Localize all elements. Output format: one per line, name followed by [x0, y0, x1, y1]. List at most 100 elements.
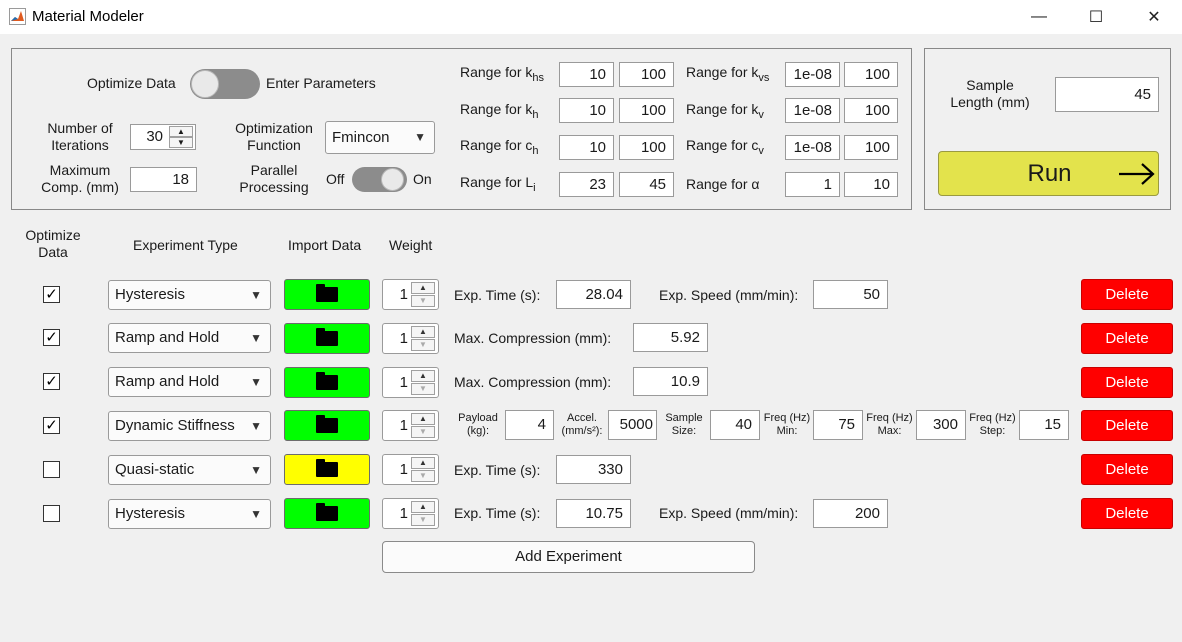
range-kh-min[interactable]: 10: [559, 98, 614, 123]
range-alpha-max[interactable]: 10: [844, 172, 898, 197]
run-button[interactable]: Run: [938, 151, 1159, 196]
row-0-weight-spinner[interactable]: 1 ▲ ▼: [382, 279, 439, 310]
row-4-weight-spinner[interactable]: 1 ▲ ▼: [382, 454, 439, 485]
up-arrow-icon[interactable]: ▲: [411, 457, 435, 469]
iterations-label: Number of Iterations: [47, 120, 113, 153]
row-2-param-0-input[interactable]: 10.9: [633, 367, 708, 396]
range-kh-max[interactable]: 100: [619, 98, 674, 123]
row-3-type-dropdown[interactable]: Dynamic Stiffness ▼: [108, 411, 271, 441]
row-5-import-button[interactable]: [284, 498, 370, 529]
parallel-toggle-switch[interactable]: [352, 167, 407, 192]
mode-toggle-switch[interactable]: [190, 69, 260, 99]
up-arrow-icon[interactable]: ▲: [411, 501, 435, 513]
iterations-spinner[interactable]: 30 ▲ ▼: [130, 124, 196, 150]
up-arrow-icon[interactable]: ▲: [411, 413, 435, 425]
down-arrow-icon[interactable]: ▼: [411, 426, 435, 438]
row-3-freq-step-input[interactable]: 15: [1019, 410, 1069, 440]
row-4-type-dropdown[interactable]: Quasi-static ▼: [108, 455, 271, 485]
up-arrow-icon[interactable]: ▲: [411, 326, 435, 338]
range-cv-max[interactable]: 100: [844, 135, 898, 160]
row-0-param-1-input[interactable]: 50: [813, 280, 888, 309]
optimize-data-label: Optimize Data: [87, 75, 176, 91]
down-arrow-icon[interactable]: ▼: [411, 295, 435, 307]
range-alpha-label: Range for α: [686, 176, 760, 192]
row-1-delete-button[interactable]: Delete: [1081, 323, 1173, 354]
row-1-import-button[interactable]: [284, 323, 370, 354]
down-arrow-icon[interactable]: ▼: [411, 339, 435, 351]
minimize-button[interactable]: —: [1016, 0, 1062, 34]
row-0-optimize-checkbox[interactable]: ✓: [43, 286, 60, 303]
iterations-down-icon[interactable]: ▼: [169, 137, 193, 148]
row-4-delete-button[interactable]: Delete: [1081, 454, 1173, 485]
down-arrow-icon[interactable]: ▼: [411, 514, 435, 526]
row-3-accel-input[interactable]: 5000: [608, 410, 657, 440]
down-arrow-icon[interactable]: ▼: [411, 383, 435, 395]
range-kv-min[interactable]: 1e-08: [785, 98, 840, 123]
opt-function-dropdown[interactable]: Fmincon ▼: [325, 121, 435, 154]
row-1-param-0-input[interactable]: 5.92: [633, 323, 708, 352]
down-arrow-icon[interactable]: ▼: [411, 470, 435, 482]
chevron-down-icon: ▼: [250, 507, 262, 521]
row-4-param-0-label: Exp. Time (s):: [454, 462, 541, 478]
max-comp-input[interactable]: 18: [130, 167, 197, 192]
row-4-param-0-input[interactable]: 330: [556, 455, 631, 484]
row-3-weight-spinner[interactable]: 1 ▲ ▼: [382, 410, 439, 441]
row-0-weight-value: 1: [399, 286, 408, 303]
row-4-optimize-checkbox[interactable]: [43, 461, 60, 478]
row-5-weight-value: 1: [399, 505, 408, 522]
row-5-weight-spinner[interactable]: 1 ▲ ▼: [382, 498, 439, 529]
up-arrow-icon[interactable]: ▲: [411, 282, 435, 294]
matlab-app-icon: [9, 8, 26, 25]
range-khs-min[interactable]: 10: [559, 62, 614, 87]
row-0-import-button[interactable]: [284, 279, 370, 310]
row-4-import-button[interactable]: [284, 454, 370, 485]
row-3-sample-size-input[interactable]: 40: [710, 410, 760, 440]
sample-length-input[interactable]: 45: [1055, 77, 1159, 112]
maximize-button[interactable]: ☐: [1073, 0, 1119, 34]
iterations-up-icon[interactable]: ▲: [169, 126, 193, 137]
row-3-optimize-checkbox[interactable]: ✓: [43, 417, 60, 434]
range-ch-max[interactable]: 100: [619, 135, 674, 160]
add-experiment-button[interactable]: Add Experiment: [382, 541, 755, 573]
row-1-optimize-checkbox[interactable]: ✓: [43, 329, 60, 346]
row-5-type-dropdown[interactable]: Hysteresis ▼: [108, 499, 271, 529]
row-5-param-0-input[interactable]: 10.75: [556, 499, 631, 528]
row-2-optimize-checkbox[interactable]: ✓: [43, 373, 60, 390]
range-kh-label: Range for kh: [460, 101, 539, 121]
row-3-delete-button[interactable]: Delete: [1081, 410, 1173, 441]
header-weight: Weight: [389, 237, 433, 253]
row-1-weight-spinner[interactable]: 1 ▲ ▼: [382, 323, 439, 354]
range-cv-min[interactable]: 1e-08: [785, 135, 840, 160]
row-2-delete-button[interactable]: Delete: [1081, 367, 1173, 398]
row-1-type-dropdown[interactable]: Ramp and Hold ▼: [108, 323, 271, 353]
range-cv-label: Range for cv: [686, 137, 764, 157]
row-5-param-1-input[interactable]: 200: [813, 499, 888, 528]
range-ch-min[interactable]: 10: [559, 135, 614, 160]
range-li-min[interactable]: 23: [559, 172, 614, 197]
row-1-weight-value: 1: [399, 330, 408, 347]
range-ch-label: Range for ch: [460, 137, 539, 157]
range-kvs-min[interactable]: 1e-08: [785, 62, 840, 87]
range-kv-max[interactable]: 100: [844, 98, 898, 123]
row-5-optimize-checkbox[interactable]: [43, 505, 60, 522]
range-li-max[interactable]: 45: [619, 172, 674, 197]
range-alpha-min[interactable]: 1: [785, 172, 840, 197]
header-import-data: Import Data: [288, 237, 362, 253]
row-0-type-dropdown[interactable]: Hysteresis ▼: [108, 280, 271, 310]
up-arrow-icon[interactable]: ▲: [411, 370, 435, 382]
row-2-import-button[interactable]: [284, 367, 370, 398]
row-3-freq-max-input[interactable]: 300: [916, 410, 966, 440]
row-3-freq-min-input[interactable]: 75: [813, 410, 863, 440]
row-3-import-button[interactable]: [284, 410, 370, 441]
range-khs-max[interactable]: 100: [619, 62, 674, 87]
max-comp-label: Maximum Comp. (mm): [41, 162, 119, 195]
row-0-param-1-label: Exp. Speed (mm/min):: [659, 287, 799, 303]
row-2-weight-spinner[interactable]: 1 ▲ ▼: [382, 367, 439, 398]
row-5-delete-button[interactable]: Delete: [1081, 498, 1173, 529]
row-3-payload-input[interactable]: 4: [505, 410, 554, 440]
row-0-param-0-input[interactable]: 28.04: [556, 280, 631, 309]
row-0-delete-button[interactable]: Delete: [1081, 279, 1173, 310]
row-2-type-dropdown[interactable]: Ramp and Hold ▼: [108, 367, 271, 397]
close-button[interactable]: ✕: [1131, 0, 1177, 34]
range-kvs-max[interactable]: 100: [844, 62, 898, 87]
